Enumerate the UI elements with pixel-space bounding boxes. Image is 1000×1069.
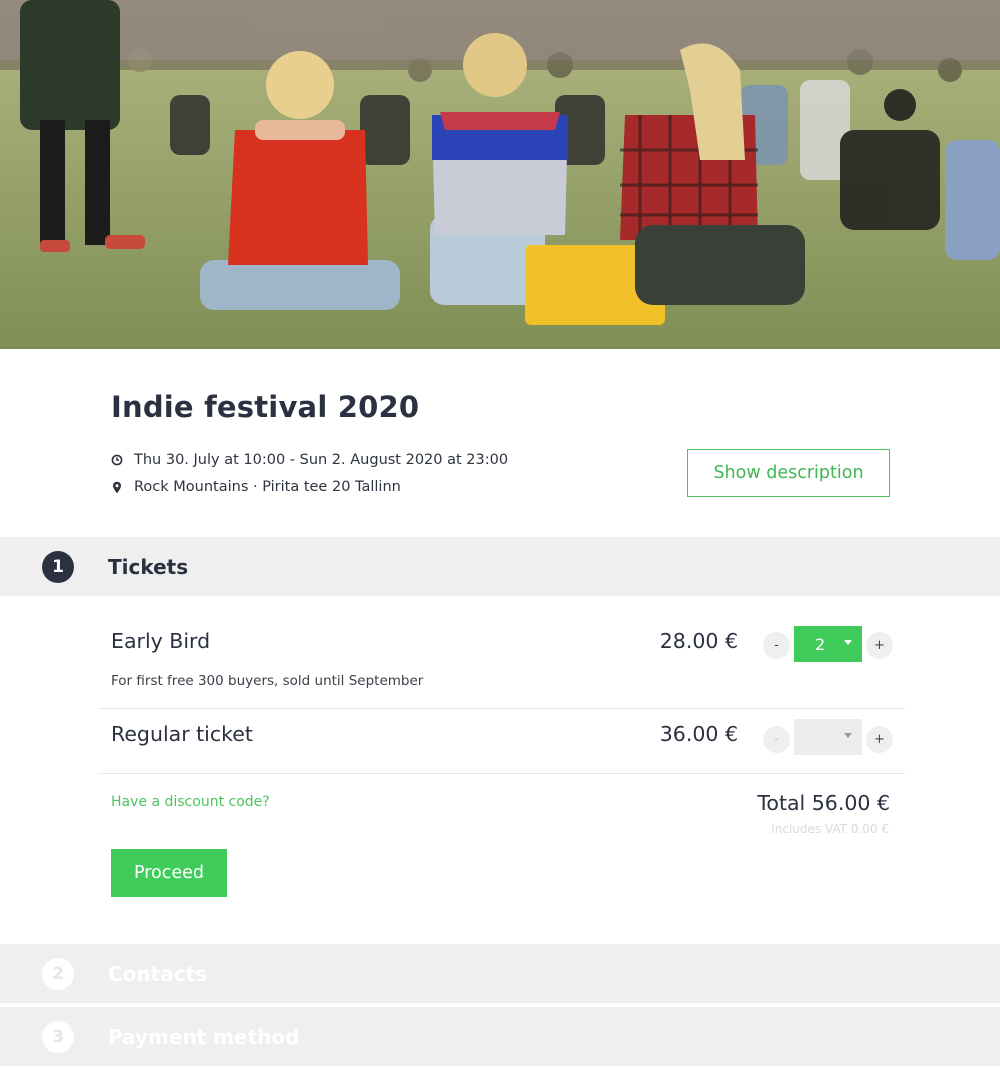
event-location-text: Rock Mountains · Pirita tee 20 Tallinn <box>134 479 401 495</box>
divider <box>98 708 905 709</box>
order-total: Total 56.00 € <box>757 791 890 815</box>
map-pin-icon <box>111 480 123 494</box>
quantity-plus-button[interactable]: + <box>866 632 893 659</box>
ticket-price: 28.00 € <box>659 629 738 653</box>
quantity-minus-button[interactable]: - <box>763 632 790 659</box>
chevron-down-icon <box>844 733 852 738</box>
vat-note: Includes VAT 0.00 € <box>771 822 889 836</box>
step-label: Tickets <box>108 554 189 579</box>
quantity-value: 2 <box>815 634 826 654</box>
chevron-down-icon <box>844 640 852 645</box>
event-date: Thu 30. July at 10:00 - Sun 2. August 20… <box>111 452 508 468</box>
event-date-text: Thu 30. July at 10:00 - Sun 2. August 20… <box>134 452 509 468</box>
step-number: 1 <box>42 550 74 583</box>
clock-icon <box>111 453 123 467</box>
step-payment-method[interactable]: 3 Payment method <box>0 1007 1000 1066</box>
hero-image <box>0 0 1000 349</box>
step-number: 2 <box>42 957 74 990</box>
ticket-name-early-bird: Early Bird <box>111 629 211 653</box>
event-title: Indie festival 2020 <box>111 390 420 424</box>
quantity-select[interactable] <box>794 719 862 755</box>
event-location: Rock Mountains · Pirita tee 20 Tallinn <box>111 479 401 495</box>
ticket-name-regular: Regular ticket <box>111 722 253 746</box>
show-description-button[interactable]: Show description <box>687 449 890 497</box>
ticket-description: For first free 300 buyers, sold until Se… <box>111 673 424 689</box>
quantity-select[interactable]: 2 <box>794 626 862 662</box>
quantity-minus-button[interactable]: - <box>763 726 790 753</box>
step-tickets[interactable]: 1 Tickets <box>0 537 1000 596</box>
ticket-price: 36.00 € <box>659 722 738 746</box>
step-contacts[interactable]: 2 Contacts <box>0 944 1000 1003</box>
step-label: Contacts <box>108 961 208 986</box>
quantity-plus-button[interactable]: + <box>866 726 893 753</box>
divider <box>98 773 905 774</box>
step-number: 3 <box>42 1020 74 1053</box>
discount-code-link[interactable]: Have a discount code? <box>111 794 270 810</box>
step-label: Payment method <box>108 1024 300 1049</box>
proceed-button[interactable]: Proceed <box>111 849 227 897</box>
